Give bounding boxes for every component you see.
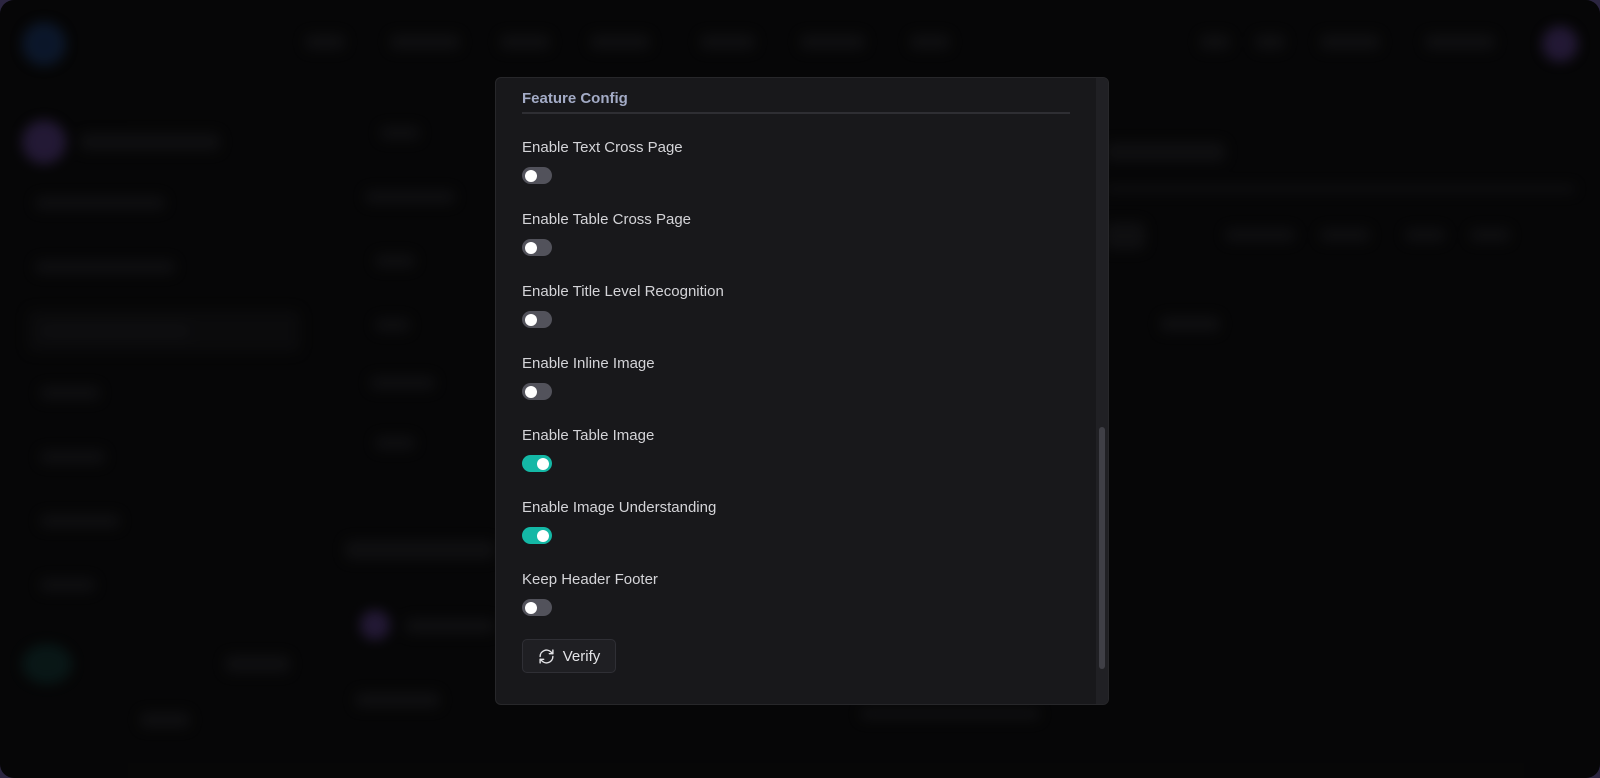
toggle-knob: [525, 385, 537, 398]
feature-item-keep-header-footer: Keep Header Footer: [522, 570, 1070, 642]
feature-item-table-image: Enable Table Image: [522, 426, 1070, 498]
toggle-inline-image[interactable]: [522, 383, 552, 400]
feature-label: Enable Title Level Recognition: [522, 283, 724, 300]
toggle-image-understanding[interactable]: [522, 527, 552, 544]
toggle-title-level-recognition[interactable]: [522, 311, 552, 328]
feature-item-text-cross-page: Enable Text Cross Page: [522, 138, 1070, 210]
feature-label: Enable Inline Image: [522, 355, 655, 372]
toggle-text-cross-page[interactable]: [522, 167, 552, 184]
feature-label: Enable Table Cross Page: [522, 211, 691, 228]
app-window: Feature Config Enable Text Cross Page En…: [0, 0, 1600, 778]
section-divider: [522, 112, 1070, 114]
refresh-icon: [539, 648, 554, 664]
verify-label: Verify: [562, 647, 601, 665]
feature-item-table-cross-page: Enable Table Cross Page: [522, 210, 1070, 282]
feature-label: Keep Header Footer: [522, 571, 658, 588]
toggle-knob: [537, 529, 549, 542]
toggle-knob: [525, 313, 537, 326]
feature-label: Enable Text Cross Page: [522, 139, 683, 156]
toggle-knob: [525, 241, 537, 254]
toggle-knob: [525, 601, 537, 614]
toggle-knob: [537, 457, 549, 470]
modal-content: Feature Config Enable Text Cross Page En…: [522, 78, 1070, 673]
toggle-knob: [525, 169, 537, 182]
feature-item-image-understanding: Enable Image Understanding: [522, 498, 1070, 570]
toggle-table-image[interactable]: [522, 455, 552, 472]
toggle-table-cross-page[interactable]: [522, 239, 552, 256]
verify-button[interactable]: Verify: [522, 639, 616, 673]
section-title: Feature Config: [522, 90, 628, 107]
toggle-keep-header-footer[interactable]: [522, 599, 552, 616]
feature-item-inline-image: Enable Inline Image: [522, 354, 1070, 426]
scrollbar-thumb[interactable]: [1099, 427, 1105, 669]
feature-config-modal: Feature Config Enable Text Cross Page En…: [495, 77, 1109, 705]
feature-list: Enable Text Cross Page Enable Table Cros…: [522, 138, 1070, 642]
feature-label: Enable Image Understanding: [522, 499, 717, 516]
feature-item-title-level-recognition: Enable Title Level Recognition: [522, 282, 1070, 354]
modal-scrollbar[interactable]: [1096, 78, 1108, 704]
feature-label: Enable Table Image: [522, 427, 655, 444]
